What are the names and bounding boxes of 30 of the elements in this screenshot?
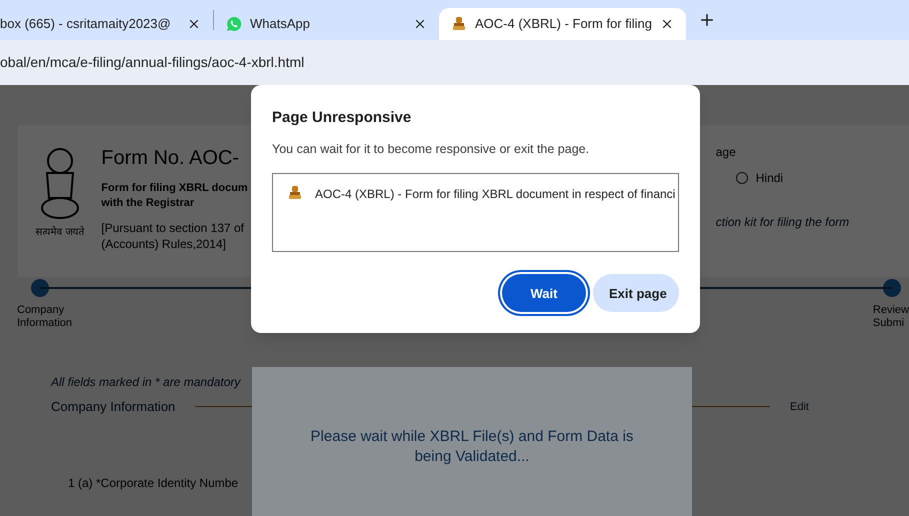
address-bar[interactable]: obal/en/mca/e-filing/annual-filings/aoc-4-xbrl.html: [0, 40, 909, 85]
radio-button[interactable]: [736, 172, 748, 184]
radio-label: Hindi: [756, 170, 784, 187]
field-label: 1 (a) *Corporate Identity Numbe: [68, 476, 238, 490]
mandatory-note: All fields marked in * are mandatory: [51, 374, 240, 391]
dialog-message: You can wait for it to become responsive or exit the page.: [272, 140, 590, 158]
tab-title: WhatsApp: [250, 15, 311, 34]
step-label: Review Submi: [872, 304, 909, 330]
browser-tab[interactable]: WhatsApp: [214, 8, 439, 40]
dialog-title: Page Unresponsive: [272, 108, 412, 128]
browser-tab[interactable]: AOC-4 (XBRL) - Form for filing: [439, 8, 686, 40]
loading-message: Please wait while XBRL File(s) and Form Data is being Validated...: [310, 427, 634, 467]
language-label: age: [716, 144, 737, 161]
section-title: Company Information: [51, 398, 176, 416]
exit-page-button[interactable]: Exit page: [593, 274, 679, 312]
tab-title: AOC-4 (XBRL) - Form for filing: [475, 15, 652, 34]
chat-bubble-icon: [226, 16, 242, 32]
close-icon[interactable]: [413, 17, 427, 31]
step-marker: [883, 279, 901, 297]
form-title: Form No. AOC-: [101, 146, 240, 171]
step-marker: [31, 279, 49, 297]
motto-text: सत्यमेव जयते: [36, 225, 85, 240]
pursuant-text: [Pursuant to section 137 of (Accounts) Rules,2014]: [101, 220, 244, 252]
browser-tab[interactable]: box (665) - csritamaity2023@: [0, 8, 213, 40]
step-label: Company Information: [17, 304, 72, 330]
form-subtitle: Form for filing XBRL docum with the Registrar: [101, 181, 248, 211]
close-icon[interactable]: [187, 17, 201, 31]
wait-button[interactable]: Wait: [502, 274, 586, 312]
tab-title: box (665) - csritamaity2023@: [0, 15, 172, 34]
page-title[interactable]: AOC-4 (XBRL) - Form for filing XBRL document in respect of financi: [315, 185, 676, 204]
